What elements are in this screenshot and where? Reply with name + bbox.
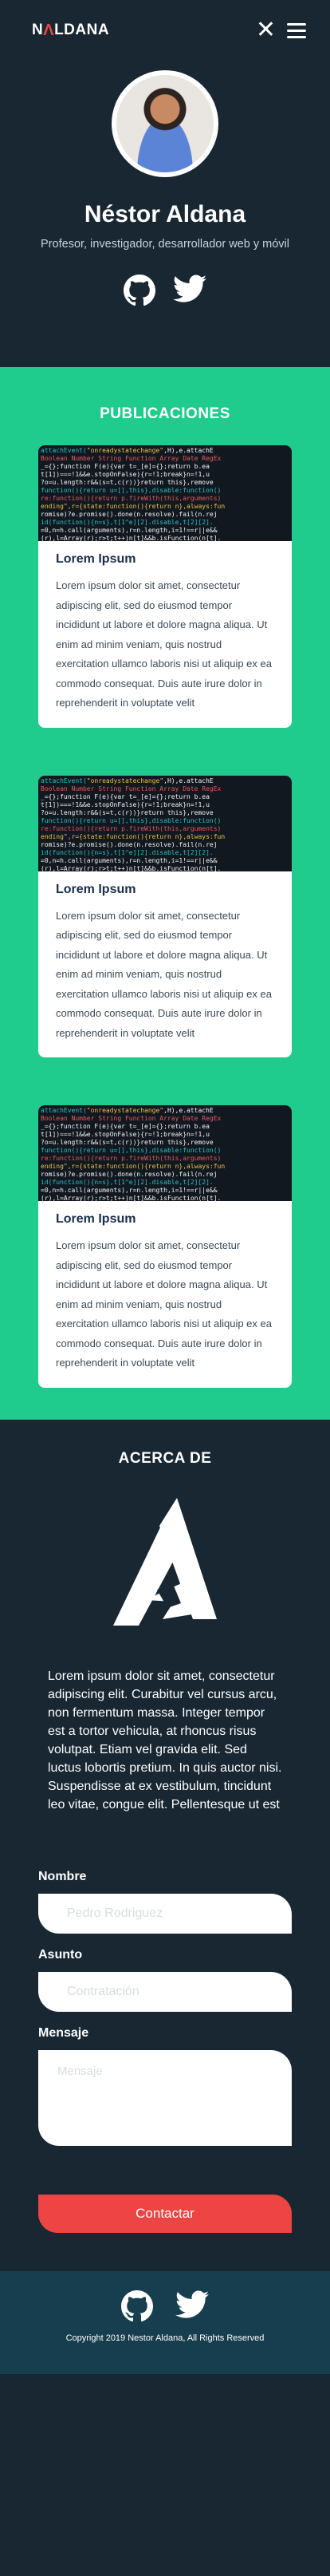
subject-label: Asunto [38,1947,83,1962]
publications-section: PUBLICACIONES attachEvent("onreadystatec… [0,367,330,1420]
profile-role: Profesor, investigador, desarrollador we… [41,238,289,251]
code-thumbnail: attachEvent("onreadystatechange",H),e.at… [38,775,292,871]
logo-accent: Λ [43,21,55,39]
message-label: Mensaje [38,2025,89,2040]
copyright-text: Copyright 2019 Nestor Aldana, All Rights… [65,2333,265,2343]
hero-header: N Λ LDANA ✕ Néstor Aldana Profesor, invest… [0,0,330,367]
name-label: Nombre [38,1869,87,1883]
avatar-photo [116,75,214,172]
card-title: Lorem Ipsum [56,552,136,566]
code-thumbnail: attachEvent("onreadystatechange",H),e.at… [38,445,292,541]
logo-prefix: N [32,22,44,38]
card-text: Lorem ipsum dolor sit amet, consectetur … [56,579,272,709]
message-field[interactable] [38,2049,292,2146]
publication-card[interactable]: attachEvent("onreadystatechange",H),e.at… [38,1105,292,1388]
card-text: Lorem ipsum dolor sit amet, consectetur … [56,1239,272,1369]
twitter-icon[interactable] [175,2290,209,2322]
about-section: ACERCA DE Lorem ipsum dolor sit amet, co… [0,1419,330,2271]
card-title: Lorem Ipsum [56,882,136,896]
subject-field[interactable] [38,1971,292,2012]
publication-card[interactable]: attachEvent("onreadystatechange",H),e.at… [38,445,292,728]
top-bar: N Λ LDANA ✕ [0,0,330,61]
hamburger-menu-icon[interactable] [287,22,306,38]
publication-card[interactable]: attachEvent("onreadystatechange",H),e.at… [38,775,292,1057]
about-title: ACERCA DE [118,1449,212,1467]
logo[interactable]: N Λ LDANA [32,22,109,40]
code-thumbnail: attachEvent("onreadystatechange",H),e.at… [38,1105,292,1201]
profile-name: Néstor Aldana [84,201,246,227]
card-title: Lorem Ipsum [56,1212,136,1226]
social-links [0,275,330,306]
brand-logo-icon [0,1497,330,1626]
contact-button[interactable]: Contactar [38,2194,292,2233]
footer-social-links [0,2290,330,2322]
card-text: Lorem ipsum dolor sit amet, consectetur … [56,909,272,1039]
about-text: Lorem ipsum dolor sit amet, consectetur … [48,1669,282,1811]
publications-title: PUBLICACIONES [100,405,230,422]
github-icon[interactable] [124,275,155,306]
avatar [112,70,218,177]
top-icons: ✕ [256,18,306,42]
logo-suffix: LDANA [54,22,110,38]
close-icon[interactable]: ✕ [256,18,276,42]
name-field[interactable] [38,1893,292,1934]
footer: Copyright 2019 Nestor Aldana, All Rights… [0,2270,330,2374]
twitter-icon[interactable] [173,275,206,306]
avatar-wrap [0,70,330,177]
github-icon[interactable] [121,2290,153,2322]
contact-form: Nombre Asunto Mensaje Contactar [0,1870,330,2271]
